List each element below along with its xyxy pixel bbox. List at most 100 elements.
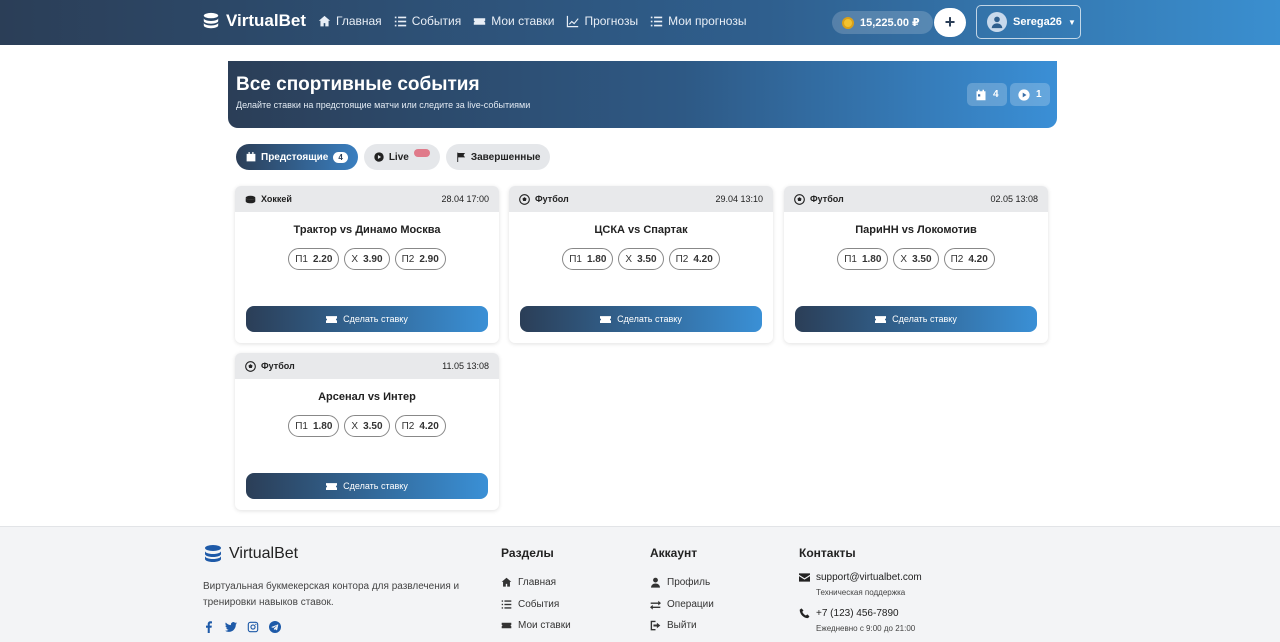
event-teams: ЦСКА vs Спартак <box>594 224 688 236</box>
nav-link-my-bets[interactable]: Мои ставки <box>473 14 554 28</box>
odd-p2-button[interactable]: П2 4.20 <box>394 415 446 437</box>
tab-label: Live <box>388 151 409 163</box>
flag-icon <box>457 152 465 162</box>
event-card: Хоккей 28.04 17:00 Трактор vs Динамо Мос… <box>235 186 499 343</box>
odd-label: П1 <box>844 253 857 265</box>
odd-p1-button[interactable]: П1 2.20 <box>288 248 340 270</box>
event-card: Футбол 29.04 13:10 ЦСКА vs Спартак П1 1.8… <box>509 186 773 343</box>
logout-icon <box>650 620 661 631</box>
odd-x-button[interactable]: X 3.50 <box>618 248 664 270</box>
tab-live[interactable]: Live <box>363 144 440 170</box>
nav-link-label: Прогнозы <box>584 14 639 28</box>
avatar <box>987 12 1007 32</box>
footer-link-label: Выйти <box>667 620 697 632</box>
odd-label: X <box>351 253 359 265</box>
odd-p2-button[interactable]: П2 2.90 <box>394 248 446 270</box>
odd-label: П2 <box>950 253 964 265</box>
brand-logo[interactable]: VirtualBet <box>202 11 306 31</box>
calendar-icon <box>246 152 256 162</box>
footer-email-note: Техническая поддержка <box>816 588 906 597</box>
footer-description: Виртуальная букмекерская контора для раз… <box>203 581 460 608</box>
brand-name: VirtualBet <box>226 11 306 30</box>
tab-count-badge: 4 <box>333 151 348 163</box>
footer-email[interactable]: support@virtualbet.com <box>799 572 922 583</box>
calendar-icon <box>976 89 986 100</box>
footer-link-label: Профиль <box>667 577 711 589</box>
footer-link-home[interactable]: Главная <box>501 572 571 594</box>
footer-link-label: Операции <box>667 598 714 610</box>
odd-label: П2 <box>675 253 689 265</box>
footer-account: Аккаунт Профиль Операции Выйти <box>650 546 714 637</box>
event-teams: Трактор vs Динамо Москва <box>293 224 441 236</box>
place-bet-button[interactable]: Сделать ставку <box>795 306 1037 332</box>
footer-link-profile[interactable]: Профиль <box>650 572 714 594</box>
tab-upcoming[interactable]: Предстоящие 4 <box>236 144 358 170</box>
place-bet-button[interactable]: Сделать ставку <box>246 473 488 499</box>
sport-name: Футбол <box>261 361 295 371</box>
nav-link-home[interactable]: Главная <box>318 14 382 28</box>
odd-label: П2 <box>401 420 415 432</box>
footer-brand: VirtualBet <box>203 544 298 564</box>
odd-label: П2 <box>401 253 415 265</box>
footer-phone-number: +7 (123) 456-7890 <box>816 608 899 619</box>
ticket-icon <box>326 482 338 490</box>
place-bet-label: Сделать ставку <box>892 314 957 324</box>
ticket-icon <box>326 315 338 323</box>
instagram-icon[interactable] <box>247 621 259 633</box>
upcoming-count: 4 <box>993 89 999 100</box>
user-menu-button[interactable]: Serega26 ▼ <box>976 5 1081 39</box>
place-bet-button[interactable]: Сделать ставку <box>520 306 762 332</box>
footer-contacts-title: Контакты <box>799 546 856 560</box>
odd-x-button[interactable]: X 3.50 <box>344 415 390 437</box>
odd-p1-button[interactable]: П1 1.80 <box>288 415 340 437</box>
odd-label: П1 <box>295 253 308 265</box>
footer-link-my-bets[interactable]: Мои ставки <box>501 615 571 637</box>
home-icon <box>501 577 512 587</box>
place-bet-button[interactable]: Сделать ставку <box>246 306 488 332</box>
odd-p2-button[interactable]: П2 4.20 <box>668 248 720 270</box>
footer-link-transactions[interactable]: Операции <box>650 594 714 616</box>
twitter-icon[interactable] <box>225 621 237 633</box>
odd-p1-button[interactable]: П1 1.80 <box>562 248 614 270</box>
nav-link-my-predictions[interactable]: Мои прогнозы <box>650 14 746 28</box>
page-subtitle: Делайте ставки на предстоящие матчи или … <box>236 100 531 110</box>
add-funds-button[interactable]: + <box>934 8 966 37</box>
nav-link-label: Мои прогнозы <box>668 14 747 28</box>
odd-value: 3.50 <box>363 420 383 432</box>
footer-link-logout[interactable]: Выйти <box>650 615 714 637</box>
odd-x-button[interactable]: X 3.90 <box>344 248 390 270</box>
footer-phone[interactable]: +7 (123) 456-7890 <box>799 608 922 619</box>
footer-link-predictions[interactable]: П <box>501 637 571 642</box>
odd-label: П1 <box>295 420 308 432</box>
odd-value: 3.90 <box>363 253 383 265</box>
tab-finished[interactable]: Завершенные <box>445 144 551 170</box>
odd-value: 1.80 <box>861 253 882 265</box>
envelope-icon <box>799 573 810 582</box>
event-card-header: Футбол 11.05 13:08 <box>235 353 499 379</box>
nav-link-events[interactable]: События <box>394 14 461 28</box>
event-teams: ПариНН vs Локомотив <box>855 224 977 236</box>
exchange-icon <box>650 600 661 610</box>
event-time: 28.04 17:00 <box>441 194 489 204</box>
coins-icon <box>203 12 219 29</box>
nav-link-predictions[interactable]: Прогнозы <box>566 14 638 28</box>
event-time: 29.04 13:10 <box>715 194 763 204</box>
list-icon <box>650 16 663 26</box>
home-icon <box>318 15 331 26</box>
footer-contacts: Контакты support@virtualbet.com Техничес… <box>799 546 922 642</box>
tab-label: Завершенные <box>470 151 541 163</box>
odd-p1-button[interactable]: П1 1.80 <box>837 248 889 270</box>
balance-display[interactable]: 15,225.00 ₽ <box>832 11 933 34</box>
event-teams: Арсенал vs Интер <box>318 391 416 403</box>
user-icon <box>651 577 660 588</box>
footer-link-events[interactable]: События <box>501 594 571 616</box>
odd-x-button[interactable]: X 3.50 <box>893 248 939 270</box>
odd-p2-button[interactable]: П2 4.20 <box>943 248 995 270</box>
footer: VirtualBet Виртуальная букмекерская конт… <box>0 526 1280 642</box>
facebook-icon[interactable] <box>203 621 215 633</box>
footer-account-title: Аккаунт <box>650 546 698 560</box>
live-indicator-badge <box>413 149 430 157</box>
tab-label: Предстоящие <box>261 151 329 163</box>
phone-icon <box>799 608 810 619</box>
telegram-icon[interactable] <box>269 621 281 633</box>
